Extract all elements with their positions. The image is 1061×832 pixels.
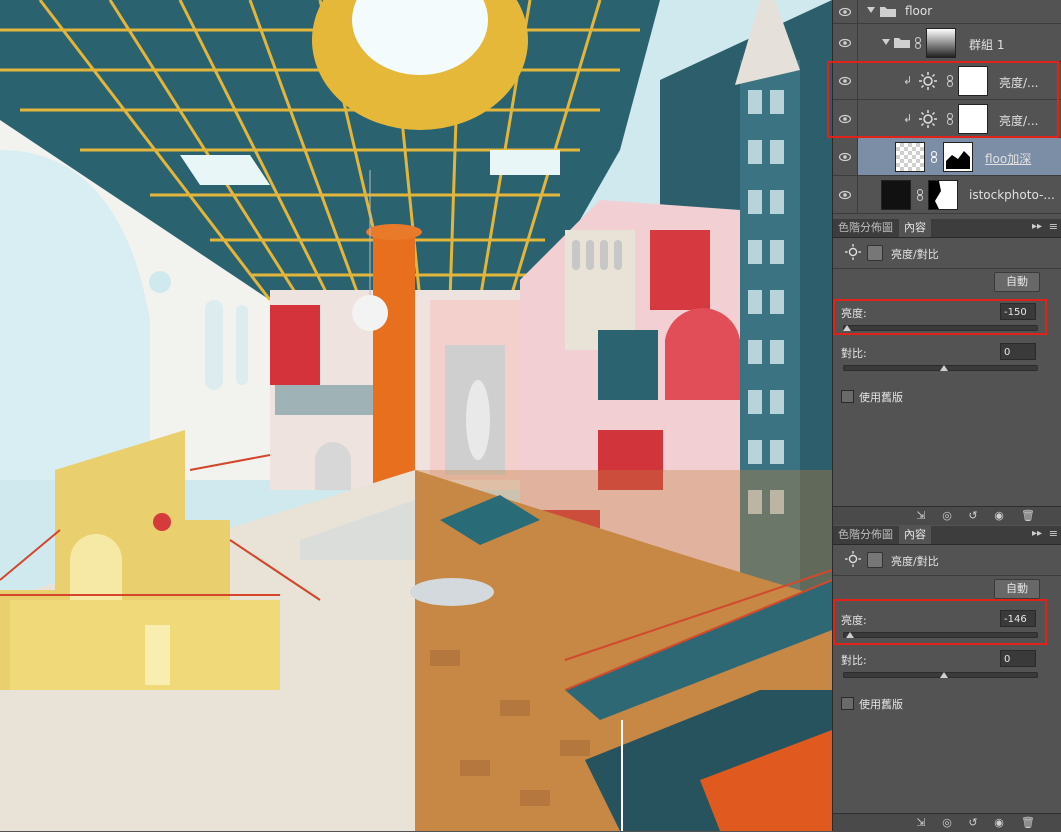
tab-properties[interactable]: 內容 <box>899 526 931 544</box>
contrast-slider-thumb[interactable] <box>939 672 948 678</box>
eye-icon <box>839 38 851 47</box>
layer-thumbnail[interactable] <box>895 142 925 172</box>
legacy-checkbox[interactable] <box>841 697 854 710</box>
layer-name: 群組 1 <box>969 38 1005 52</box>
contrast-label: 對比: <box>841 654 867 667</box>
panel-tabbar: 色階分佈圖 內容 ▸▸ ≡ <box>833 526 1061 545</box>
view-previous-icon[interactable]: ◎ <box>941 510 953 522</box>
adjustment-title: 亮度/對比 <box>891 248 939 261</box>
mask-shape-icon <box>946 151 970 169</box>
auto-button[interactable]: 自動 <box>994 272 1040 292</box>
highlight-box <box>833 299 1047 335</box>
layer-name: floo加深 <box>985 152 1032 166</box>
highlight-box <box>833 599 1047 645</box>
reset-icon[interactable]: ↺ <box>967 510 979 522</box>
contrast-slider-thumb[interactable] <box>939 365 948 371</box>
legacy-label: 使用舊版 <box>859 391 903 404</box>
view-previous-icon[interactable]: ◎ <box>941 817 953 829</box>
layer-thumbnail[interactable] <box>881 180 911 210</box>
visibility-toggle[interactable] <box>833 138 858 175</box>
contrast-label: 對比: <box>841 347 867 360</box>
right-panel: floor 群組 1 ↲ 亮度/... ↲ 亮度/... floo加深 isto… <box>827 0 1061 832</box>
layer-row[interactable]: 群組 1 <box>833 24 1061 62</box>
document-canvas[interactable] <box>0 0 832 831</box>
mask-icon[interactable] <box>867 245 883 261</box>
mask-thumbnail[interactable] <box>926 28 956 58</box>
legacy-label: 使用舊版 <box>859 698 903 711</box>
link-icon[interactable] <box>915 37 921 49</box>
panel-bottom-toolbar: ⇲ ◎ ↺ ◉ 🗑 <box>833 813 1061 832</box>
auto-button[interactable]: 自動 <box>994 579 1040 599</box>
folder-icon <box>894 38 910 48</box>
eye-icon <box>839 7 851 16</box>
adjustment-header: 亮度/對比 <box>833 545 1061 576</box>
trash-icon[interactable]: 🗑 <box>1021 510 1035 522</box>
adjustment-icon <box>845 551 861 567</box>
eye-icon <box>839 190 851 199</box>
folder-icon <box>880 7 896 17</box>
reset-icon[interactable]: ↺ <box>967 817 979 829</box>
link-icon[interactable] <box>917 189 923 201</box>
visibility-toggle[interactable] <box>833 24 858 61</box>
collapse-arrow-icon[interactable] <box>882 39 890 45</box>
artwork-image <box>0 0 832 831</box>
tab-properties[interactable]: 內容 <box>899 219 931 237</box>
adjustment-header: 亮度/對比 <box>833 238 1061 269</box>
layer-row[interactable]: floor <box>833 0 1061 24</box>
eye-icon <box>839 152 851 161</box>
visibility-toggle[interactable] <box>833 176 858 213</box>
panel-menu-icon[interactable]: ≡ <box>1049 220 1058 233</box>
collapse-arrow-icon[interactable] <box>867 7 875 13</box>
trash-icon[interactable]: 🗑 <box>1021 817 1035 829</box>
link-icon[interactable] <box>931 151 937 163</box>
legacy-checkbox[interactable] <box>841 390 854 403</box>
clip-to-layer-icon[interactable]: ⇲ <box>915 510 927 522</box>
visibility-icon[interactable]: ◉ <box>993 817 1005 829</box>
panel-tabbar: 色階分佈圖 內容 ▸▸ ≡ <box>833 219 1061 238</box>
visibility-icon[interactable]: ◉ <box>993 510 1005 522</box>
collapse-icon[interactable]: ▸▸ <box>1032 528 1042 539</box>
layer-name: istockphoto-... <box>969 188 1055 202</box>
mask-shape-icon <box>929 181 941 209</box>
collapse-icon[interactable]: ▸▸ <box>1032 221 1042 232</box>
panel-menu-icon[interactable]: ≡ <box>1049 527 1058 540</box>
mask-icon[interactable] <box>867 552 883 568</box>
panel-bottom-toolbar: ⇲ ◎ ↺ ◉ 🗑 <box>833 506 1061 525</box>
contrast-value-field[interactable]: 0 <box>1000 343 1036 360</box>
visibility-toggle[interactable] <box>833 0 858 23</box>
layer-row-selected[interactable]: floo加深 <box>833 138 1061 176</box>
tab-histogram[interactable]: 色階分佈圖 <box>833 526 898 544</box>
highlight-box <box>827 61 1059 138</box>
layer-row[interactable]: istockphoto-... <box>833 176 1061 214</box>
adjustment-title: 亮度/對比 <box>891 555 939 568</box>
properties-panel: 色階分佈圖 內容 ▸▸ ≡ 亮度/對比 自動 亮度: -146 對比: 0 使用… <box>833 526 1061 832</box>
mask-thumbnail[interactable] <box>928 180 958 210</box>
tab-histogram[interactable]: 色階分佈圖 <box>833 219 898 237</box>
layer-name: floor <box>905 4 933 18</box>
contrast-value-field[interactable]: 0 <box>1000 650 1036 667</box>
adjustment-icon <box>845 244 861 260</box>
properties-panel: 色階分佈圖 內容 ▸▸ ≡ 亮度/對比 自動 亮度: -150 對比: 0 使用… <box>833 219 1061 525</box>
mask-thumbnail[interactable] <box>943 142 973 172</box>
clip-to-layer-icon[interactable]: ⇲ <box>915 817 927 829</box>
